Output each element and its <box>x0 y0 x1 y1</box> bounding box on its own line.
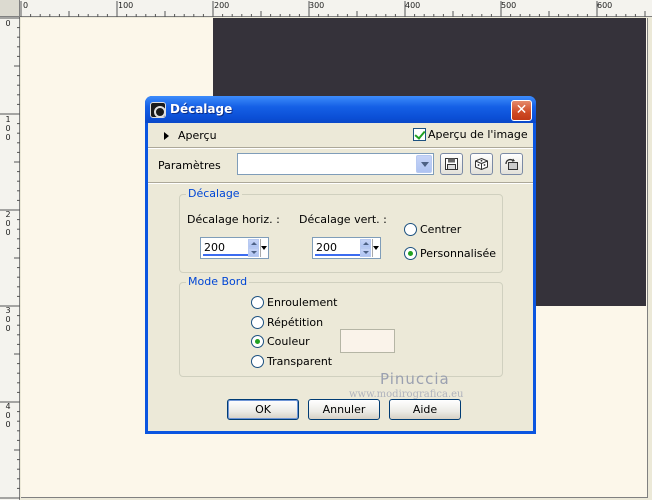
image-preview-label: Aperçu de l'image <box>428 128 528 141</box>
wrap-radio[interactable]: Enroulement <box>251 296 338 310</box>
watermark-name: Pinuccia <box>380 370 450 388</box>
image-preview-checkbox[interactable]: Aperçu de l'image <box>413 128 528 141</box>
offset-group-title: Décalage <box>186 187 242 200</box>
center-radio[interactable]: Centrer <box>404 223 461 237</box>
horizontal-ruler: 0 100 200 300 400 500 600 <box>0 0 652 17</box>
edge-color-swatch[interactable] <box>340 329 395 353</box>
divider <box>148 147 533 149</box>
close-button[interactable]: ✕ <box>511 100 532 121</box>
reset-button[interactable] <box>500 153 523 175</box>
ok-button[interactable]: OK <box>227 399 299 420</box>
dropdown-arrow-icon[interactable] <box>260 239 268 257</box>
dropdown-arrow-icon[interactable] <box>372 239 380 257</box>
vertical-offset-label: Décalage vert. : <box>299 213 387 226</box>
spin-down-icon[interactable] <box>248 248 259 257</box>
cancel-button[interactable]: Annuler <box>308 399 380 420</box>
spinner[interactable] <box>248 239 259 257</box>
radio-button[interactable] <box>251 296 264 309</box>
custom-radio[interactable]: Personnalisée <box>404 247 496 261</box>
randomize-button[interactable] <box>470 153 493 175</box>
dialog-titlebar[interactable]: Décalage ✕ <box>145 96 536 123</box>
dice-icon <box>475 158 488 170</box>
transparent-label: Transparent <box>267 355 333 368</box>
vertical-offset-value[interactable]: 200 <box>316 241 337 254</box>
center-label: Centrer <box>420 223 462 236</box>
close-icon: ✕ <box>515 102 528 118</box>
wrap-label: Enroulement <box>267 296 338 309</box>
ruler-ticks <box>20 1 646 17</box>
offset-groupbox: Décalage Décalage horiz. : Décalage vert… <box>179 187 503 273</box>
ruler-ticks <box>0 17 20 499</box>
preview-expander-label: Aperçu <box>178 129 217 142</box>
radio-button[interactable] <box>251 316 264 329</box>
help-button[interactable]: Aide <box>389 399 461 420</box>
edge-mode-group-title: Mode Bord <box>186 275 250 288</box>
vertical-offset-input[interactable]: 200 <box>312 237 381 259</box>
radio-button[interactable] <box>251 355 264 368</box>
horizontal-offset-value[interactable]: 200 <box>204 241 225 254</box>
divider <box>148 182 533 184</box>
custom-label: Personnalisée <box>420 247 497 260</box>
color-label: Couleur <box>267 335 310 348</box>
repeat-radio[interactable]: Répétition <box>251 316 323 330</box>
repeat-label: Répétition <box>267 316 324 329</box>
chevron-down-icon[interactable] <box>416 155 432 173</box>
ruler-corner <box>0 0 20 17</box>
horizontal-offset-label: Décalage horiz. : <box>187 213 280 226</box>
dialog-title: Décalage <box>170 102 233 116</box>
radio-button[interactable] <box>251 335 264 348</box>
color-radio[interactable]: Couleur <box>251 335 310 349</box>
expand-arrow-icon <box>164 132 169 140</box>
radio-button[interactable] <box>404 247 417 260</box>
radio-button[interactable] <box>404 223 417 236</box>
save-preset-button[interactable] <box>440 153 463 175</box>
reset-icon <box>505 158 518 170</box>
value-underline <box>315 254 361 256</box>
spinner[interactable] <box>360 239 371 257</box>
presets-label: Paramètres <box>158 159 221 172</box>
app-icon <box>150 102 166 118</box>
spin-up-icon[interactable] <box>360 239 371 248</box>
vertical-ruler: 0 1 0 0 2 0 0 3 0 0 4 0 0 <box>0 17 20 500</box>
transparent-radio[interactable]: Transparent <box>251 355 332 369</box>
edge-mode-groupbox: Mode Bord Enroulement Répétition Couleur… <box>179 275 503 377</box>
spin-down-icon[interactable] <box>360 248 371 257</box>
spin-up-icon[interactable] <box>248 239 259 248</box>
dialog-body: Aperçu Aperçu de l'image Paramètres Déca… <box>148 123 533 431</box>
checkbox-box[interactable] <box>413 128 426 141</box>
presets-select[interactable] <box>237 153 434 175</box>
save-icon <box>445 158 458 170</box>
value-underline <box>203 254 249 256</box>
horizontal-offset-input[interactable]: 200 <box>200 237 269 259</box>
offset-dialog: Décalage ✕ Aperçu Aperçu de l'image Para… <box>145 96 536 434</box>
